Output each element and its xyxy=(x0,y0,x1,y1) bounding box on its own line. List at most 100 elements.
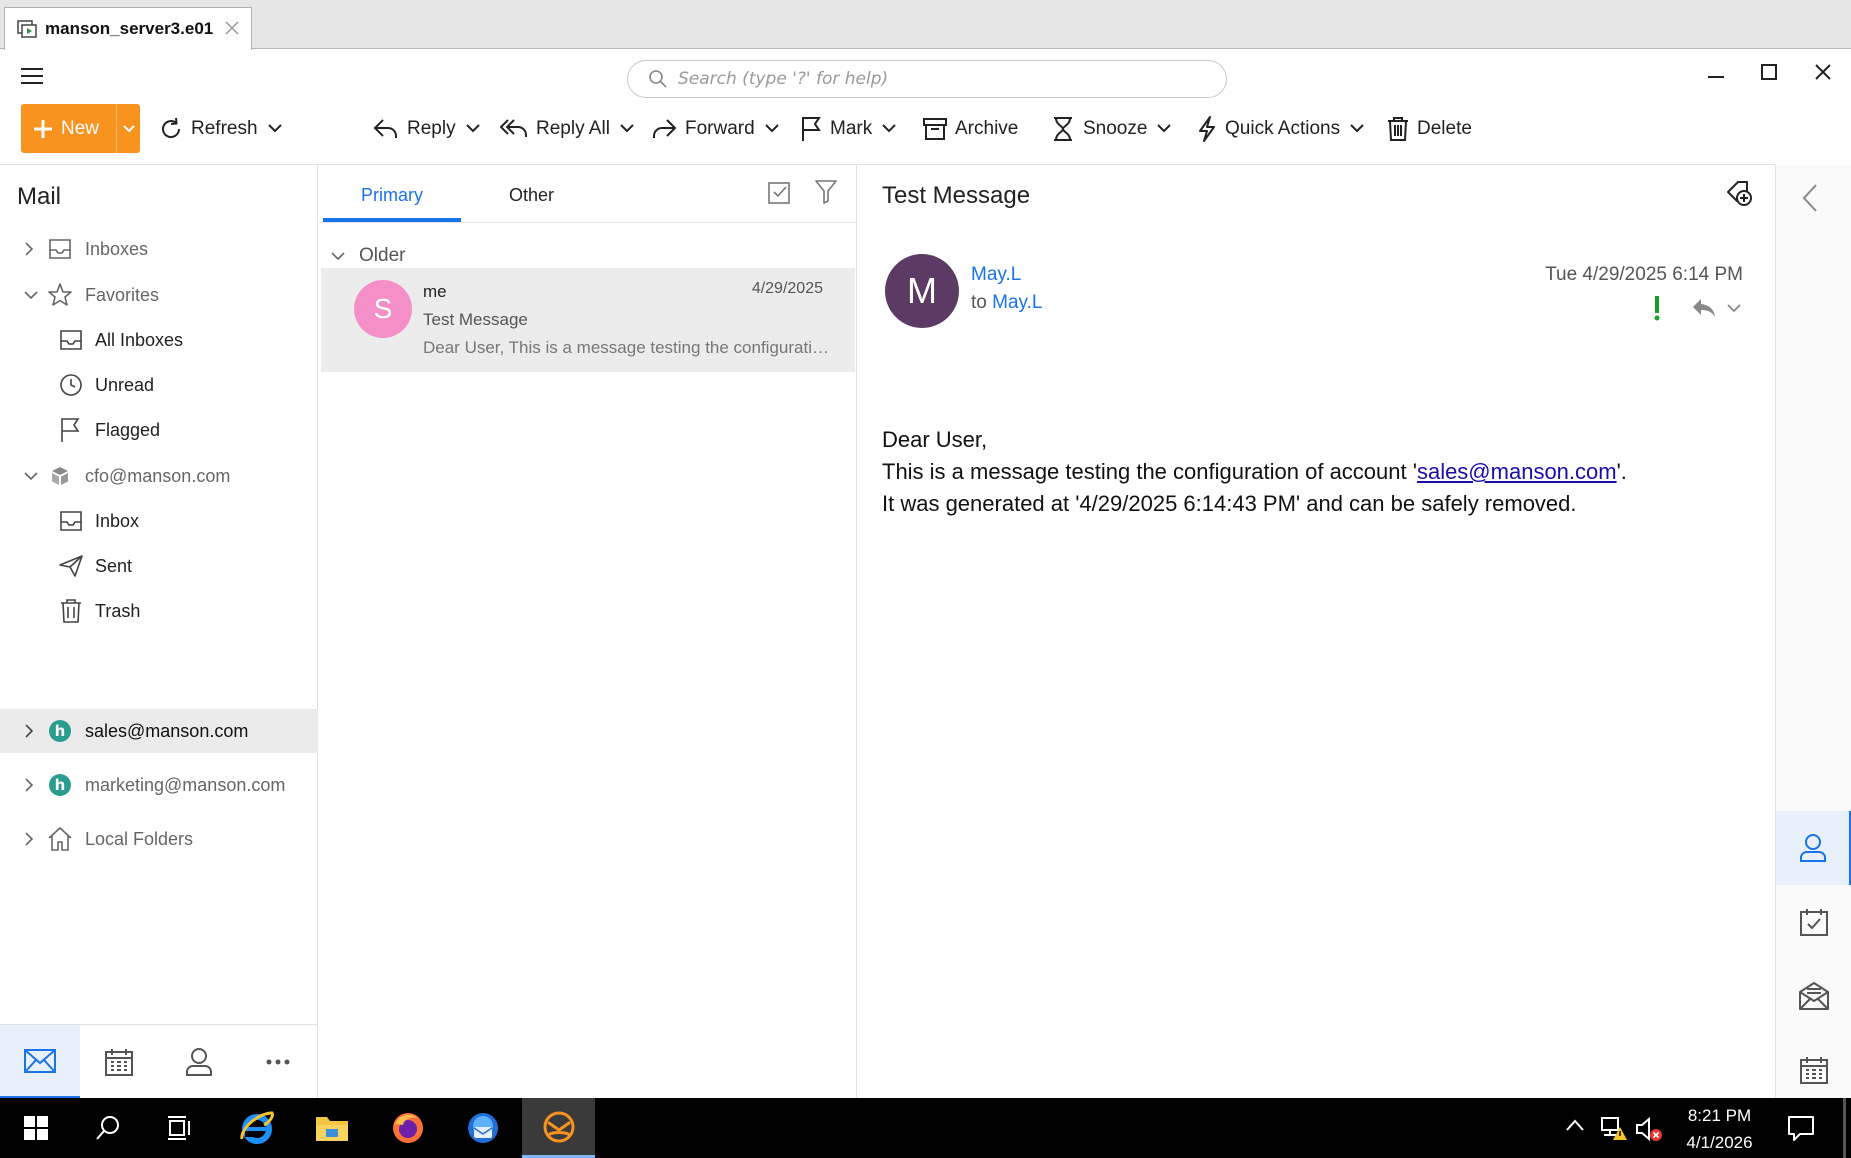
close-icon[interactable] xyxy=(223,19,241,37)
mail-nav-button[interactable] xyxy=(0,1025,80,1099)
clock-icon xyxy=(58,372,84,398)
start-button[interactable] xyxy=(0,1098,72,1158)
mail-panel-button[interactable] xyxy=(1776,959,1851,1033)
home-icon xyxy=(47,826,73,852)
nav-local-folders[interactable]: Local Folders xyxy=(0,817,318,861)
ie-taskbar-button[interactable] xyxy=(221,1098,293,1158)
nav-inboxes-label: Inboxes xyxy=(85,238,149,259)
task-view-button[interactable] xyxy=(144,1098,216,1158)
message-date: 4/29/2025 xyxy=(751,280,823,297)
chevron-down-icon[interactable] xyxy=(1727,303,1741,313)
send-icon xyxy=(58,554,84,578)
chevron-down-icon xyxy=(331,251,345,261)
nav-unread-label: Unread xyxy=(95,374,155,395)
vm-tab[interactable]: manson_server3.e01 xyxy=(4,7,252,50)
search-icon xyxy=(95,1115,121,1141)
tasks-panel-button[interactable] xyxy=(1776,885,1851,959)
flag-icon xyxy=(58,417,82,443)
clock-time: 8:21 PM xyxy=(1687,1106,1752,1125)
more-nav-button[interactable] xyxy=(239,1025,319,1099)
add-tag-icon[interactable] xyxy=(1725,179,1753,207)
sender-avatar: S xyxy=(354,280,412,338)
nav-account-cfo[interactable]: cfo@manson.com xyxy=(0,454,318,498)
folder-icon xyxy=(314,1113,350,1143)
body-text: '. xyxy=(1616,459,1627,484)
windows-icon xyxy=(23,1115,49,1141)
chevron-right-icon[interactable] xyxy=(24,778,34,792)
nav-trash[interactable]: Trash xyxy=(0,589,318,633)
body-line: It was generated at '4/29/2025 6:14:43 P… xyxy=(882,491,1577,516)
group-label: Older xyxy=(359,245,406,266)
contacts-panel-button[interactable] xyxy=(1776,811,1851,885)
filter-icon[interactable] xyxy=(814,179,838,205)
thunderbird-icon xyxy=(465,1110,501,1146)
clock-date: 4/1/2026 xyxy=(1686,1133,1753,1152)
account-h-icon: h xyxy=(48,773,72,797)
file-explorer-taskbar-button[interactable] xyxy=(296,1098,368,1158)
select-all-icon[interactable] xyxy=(767,179,793,205)
calendar-nav-button[interactable] xyxy=(80,1025,160,1099)
group-header[interactable]: Older xyxy=(331,245,405,267)
nav-title: Mail xyxy=(17,183,62,210)
network-warning-icon[interactable] xyxy=(1600,1115,1628,1141)
sender-name[interactable]: May.L xyxy=(971,264,1021,286)
taskbar-clock[interactable]: 8:21 PM 4/1/2026 xyxy=(1667,1102,1772,1156)
taskbar: 8:21 PM 4/1/2026 xyxy=(0,1098,1851,1158)
account-cube-icon xyxy=(49,465,71,487)
star-icon xyxy=(47,282,73,308)
nav-favorites-label: Favorites xyxy=(85,284,160,305)
nav-account-marketing[interactable]: h marketing@manson.com xyxy=(0,763,318,807)
more-icon xyxy=(265,1058,291,1066)
message-from: me xyxy=(423,282,447,301)
recipient-name[interactable]: May.L xyxy=(992,292,1042,313)
email-link[interactable]: sales@manson.com xyxy=(1417,459,1617,484)
person-icon xyxy=(1799,833,1827,863)
task-view-icon xyxy=(166,1115,194,1141)
firefox-icon xyxy=(390,1110,426,1146)
show-desktop-button[interactable] xyxy=(1843,1098,1846,1158)
svg-text:h: h xyxy=(55,776,66,794)
chevron-right-icon[interactable] xyxy=(24,242,34,256)
chevron-down-icon[interactable] xyxy=(24,290,38,300)
chevron-up-icon[interactable] xyxy=(1565,1118,1585,1132)
nav-all-inboxes[interactable]: All Inboxes xyxy=(0,318,318,362)
chevron-down-icon[interactable] xyxy=(24,471,38,481)
received-date: Tue 4/29/2025 6:14 PM xyxy=(1545,264,1743,285)
nav-sent-label: Sent xyxy=(95,555,133,576)
nav-favorites[interactable]: Favorites xyxy=(0,273,318,317)
chevron-right-icon[interactable] xyxy=(24,724,34,738)
nav-account-cfo-label: cfo@manson.com xyxy=(85,465,231,486)
thunderbird-taskbar-button[interactable] xyxy=(447,1098,519,1158)
mailbird-taskbar-button[interactable] xyxy=(522,1098,595,1158)
notifications-icon[interactable] xyxy=(1787,1115,1815,1141)
to-prefix: to xyxy=(971,292,987,313)
trash-icon xyxy=(60,598,82,624)
search-taskbar-button[interactable] xyxy=(72,1098,144,1158)
tab-primary[interactable]: Primary xyxy=(361,185,423,206)
firefox-taskbar-button[interactable] xyxy=(372,1098,444,1158)
tab-other[interactable]: Other xyxy=(509,185,554,206)
open-mail-icon xyxy=(1798,981,1830,1011)
inbox-icon xyxy=(58,328,84,352)
message-list-item[interactable]: S me 4/29/2025 Test Message Dear User, T… xyxy=(321,268,855,372)
chevron-right-icon[interactable] xyxy=(24,832,34,846)
nav-unread[interactable]: Unread xyxy=(0,363,318,407)
right-rail xyxy=(1775,165,1851,1098)
nav-inbox[interactable]: Inbox xyxy=(0,499,318,543)
reply-icon[interactable] xyxy=(1691,297,1717,319)
body-line: Dear User, xyxy=(882,427,988,452)
calendar-panel-button[interactable] xyxy=(1776,1033,1851,1107)
nav-account-sales[interactable]: h sales@manson.com xyxy=(0,709,318,753)
inbox-icon xyxy=(47,237,73,261)
recipient-line: to May.L xyxy=(971,292,1042,314)
nav-flagged-label: Flagged xyxy=(95,419,161,440)
contacts-nav-button[interactable] xyxy=(159,1025,239,1099)
volume-muted-icon[interactable] xyxy=(1635,1116,1663,1142)
nav-trash-label: Trash xyxy=(95,600,141,621)
nav-flagged[interactable]: Flagged xyxy=(0,408,318,452)
tab-underline xyxy=(323,218,461,222)
collapse-icon[interactable] xyxy=(1802,183,1818,213)
vm-tab-strip: manson_server3.e01 xyxy=(0,0,1851,50)
nav-sent[interactable]: Sent xyxy=(0,544,318,588)
nav-inboxes[interactable]: Inboxes xyxy=(0,227,318,271)
